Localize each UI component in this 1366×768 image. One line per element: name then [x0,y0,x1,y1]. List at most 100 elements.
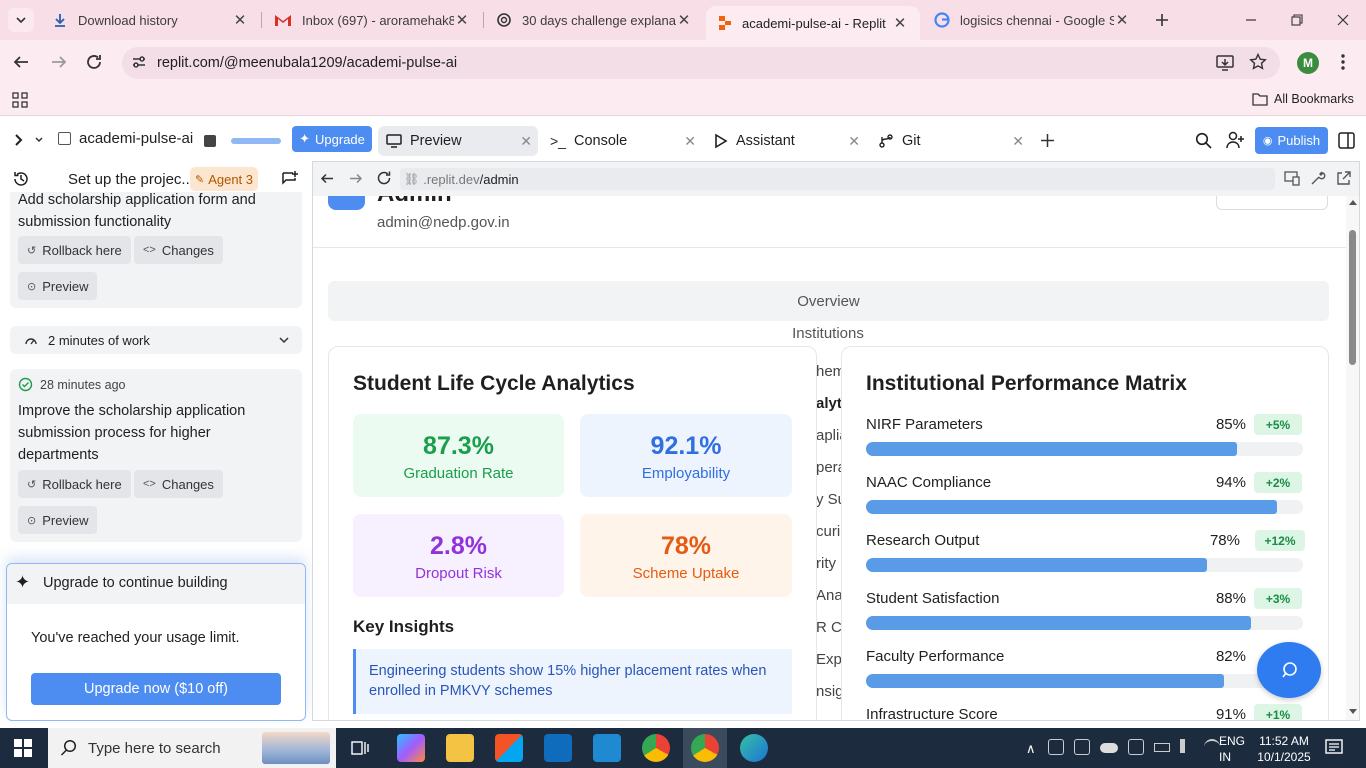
stop-button[interactable] [204,135,216,147]
close-icon[interactable]: ✕ [1012,133,1024,150]
search-button[interactable] [1195,132,1212,149]
scroll-up-arrow[interactable] [1349,200,1357,205]
agent-thread-title[interactable]: Set up the projec... [68,171,194,188]
arrow-right-icon [350,173,363,184]
wifi-icon[interactable] [1204,739,1220,755]
bookmark-star-icon[interactable] [1249,53,1267,71]
admin-avatar [328,196,365,210]
volume-icon[interactable] [1180,739,1194,753]
close-icon[interactable]: ✕ [848,133,860,150]
back-button[interactable] [12,53,30,71]
site-info-icon[interactable] [130,53,148,71]
notifications-icon[interactable] [1325,739,1343,756]
preview-url-field[interactable]: ⛓ .replit.dev/admin [400,168,1275,190]
chrome-icon[interactable] [642,734,670,762]
install-app-icon[interactable] [1216,54,1236,72]
browser-tab-downloads[interactable]: Download history ✕ [40,0,260,40]
tab-title: Inbox (697) - aroramehak83@ [302,12,454,28]
close-icon[interactable]: ✕ [892,14,908,32]
publish-button[interactable]: ◉ Publish [1255,127,1328,154]
battery-icon[interactable] [1154,743,1170,752]
vscode-icon[interactable] [593,734,621,762]
close-icon[interactable]: ✕ [676,11,692,29]
all-bookmarks[interactable]: All Bookmarks [1252,92,1354,106]
history-button[interactable] [12,170,30,188]
tray-chevron-icon[interactable]: ∧ [1026,741,1036,757]
agent-version-badge[interactable]: ✎ Agent 3 [190,167,258,191]
matrix-row-change-badge: +12% [1255,530,1305,551]
chat-fab-button[interactable] [1257,642,1321,698]
new-chat-button[interactable] [281,170,299,188]
close-window-button[interactable] [1320,0,1366,40]
tab-console[interactable]: >_ Console ✕ [542,126,702,156]
clock[interactable]: 11:52 AM 10/1/2025 [1256,733,1312,765]
minimize-button[interactable] [1228,0,1274,40]
preview-reload-button[interactable] [376,170,392,186]
toggle-panel-button[interactable] [1338,132,1355,149]
browser-menu-icon[interactable] [1336,53,1350,71]
search-icon [60,739,77,756]
chrome-profile-icon[interactable] [691,734,719,762]
preview-forward-button[interactable] [348,171,363,186]
tab-institutions[interactable]: Institutions [313,325,1343,342]
tab-assistant[interactable]: Assistant ✕ [706,126,866,156]
microsoft-store-icon[interactable] [495,734,523,762]
language-indicator[interactable]: ENG IN [1219,733,1245,765]
taskbar-search-box[interactable]: Type here to search [48,728,336,768]
meet-icon[interactable] [1074,739,1090,755]
browser-tab-replit[interactable]: academi-pulse-ai - Replit ✕ [706,6,920,40]
browser-tab-gmail[interactable]: Inbox (697) - aroramehak83@ ✕ [262,0,482,40]
onedrive-icon[interactable] [1100,743,1118,753]
project-selector[interactable]: academi-pulse-ai [58,130,193,147]
tray-icons[interactable] [1048,739,1220,755]
replit-menu-button[interactable] [14,133,44,147]
open-new-window-icon[interactable] [1336,171,1351,186]
new-tab-button[interactable] [1150,8,1174,32]
tab-overview[interactable]: Overview [328,281,1329,321]
forward-button[interactable] [50,53,68,71]
invite-button[interactable] [1226,131,1245,149]
apps-grid-icon[interactable] [12,92,28,108]
close-icon[interactable]: ✕ [1114,11,1130,29]
task-view-icon[interactable] [350,738,370,758]
device-toggle-icon[interactable] [1284,171,1300,186]
display-icon[interactable] [1128,739,1144,755]
close-icon[interactable]: ✕ [232,11,248,29]
preview-scrollbar[interactable] [1346,196,1359,720]
upgrade-now-button[interactable]: Upgrade now ($10 off) [31,673,281,705]
upgrade-button[interactable]: ✦ Upgrade [292,126,372,152]
rollback-button[interactable]: ↺ Rollback here [18,236,131,264]
close-icon[interactable]: ✕ [684,133,696,150]
scroll-down-arrow[interactable] [1349,709,1357,714]
tab-preview[interactable]: Preview ✕ [378,126,538,156]
tab-search-button[interactable] [8,8,34,32]
maximize-button[interactable] [1274,0,1320,40]
gauge-icon [25,338,37,345]
copilot-icon[interactable] [397,734,425,762]
preview-button[interactable]: ⊙ Preview [18,272,98,300]
close-icon[interactable]: ✕ [520,133,532,150]
close-icon[interactable]: ✕ [454,11,470,29]
new-pane-tab-button[interactable] [1040,133,1055,148]
edge-icon[interactable] [740,734,768,762]
header-action-button[interactable] [1216,196,1328,210]
tab-git[interactable]: Git ✕ [870,126,1030,156]
preview-icon: ⊙ [27,514,37,527]
bluetooth-icon[interactable] [1048,739,1064,755]
reload-button[interactable] [85,53,103,71]
browser-tab-google[interactable]: logisics chennai - Google Se ✕ [922,0,1142,40]
devtools-icon[interactable] [1310,171,1326,186]
preview-button[interactable]: ⊙ Preview [18,506,98,534]
work-summary[interactable]: 2 minutes of work [10,326,302,354]
file-explorer-icon[interactable] [446,734,474,762]
changes-button[interactable]: <> Changes [134,470,223,498]
browser-tab-chatgpt[interactable]: 30 days challenge explanation ✕ [484,0,704,40]
rollback-button[interactable]: ↺ Rollback here [18,470,131,498]
scrollbar-thumb[interactable] [1349,230,1356,365]
outlook-icon[interactable] [544,734,572,762]
start-button[interactable] [14,739,32,757]
changes-button[interactable]: <> Changes [134,236,223,264]
profile-avatar[interactable]: M [1297,52,1319,74]
preview-back-button[interactable] [320,171,335,186]
url-text[interactable]: replit.com/@meenubala1209/academi-pulse-… [157,55,457,71]
